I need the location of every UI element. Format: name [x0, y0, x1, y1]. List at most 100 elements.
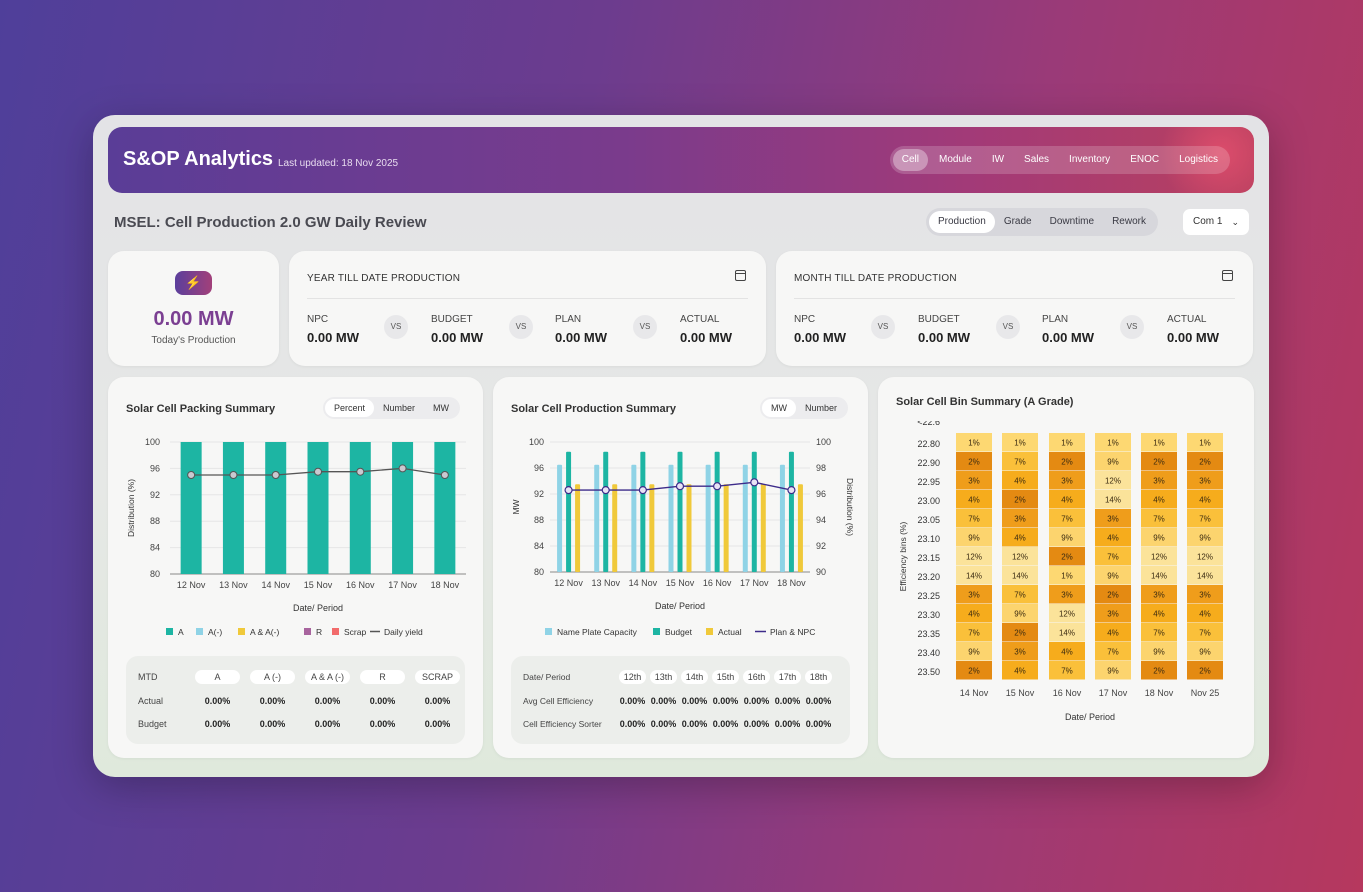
x-tick-label: 15 Nov [1006, 688, 1035, 698]
calendar-icon[interactable] [735, 270, 746, 281]
table-cell: 0.00% [314, 695, 341, 706]
yield-point [271, 471, 280, 479]
heatmap-value: 4% [1199, 610, 1211, 619]
bar [594, 464, 600, 572]
table-cell: 0.00% [712, 719, 739, 729]
heatmap-value: 7% [1107, 553, 1119, 562]
row-label: Avg Cell Efficiency [523, 695, 594, 706]
tab-production[interactable]: Production [929, 211, 995, 233]
table-cell: 0.00% [424, 719, 451, 729]
heatmap-value: 14% [1151, 572, 1167, 581]
y-tick-label: 23.10 [917, 534, 940, 544]
heatmap-value: 12% [1151, 553, 1167, 562]
nav-tab-cell[interactable]: Cell [892, 149, 928, 171]
heatmap-value: 1% [1153, 439, 1165, 448]
packing-legend: A A(-) A & A(-) R Scrap Daily yield [166, 627, 423, 637]
x-tick-label: 17 Nov [740, 578, 769, 588]
x-tick-label: 15 Nov [304, 580, 333, 590]
mtd-budget-label: BUDGET [918, 314, 960, 325]
app-header: S&OP Analytics Last updated: 18 Nov 2025… [108, 127, 1254, 193]
dashboard-frame: S&OP Analytics Last updated: 18 Nov 2025… [93, 115, 1269, 777]
table-row: Budget 0.00% 0.00% 0.00% 0.00% 0.00% [134, 713, 465, 735]
table-cell: 0.00% [805, 695, 832, 706]
plan-point [787, 485, 796, 495]
x-tick-label: 18 Nov [777, 578, 806, 588]
mtd-actual-value: 0.00 MW [1167, 330, 1220, 345]
nav-tab-iw[interactable]: IW [983, 149, 1013, 171]
heatmap-value: 3% [1153, 591, 1165, 600]
nav-tab-logistics[interactable]: Logistics [1170, 149, 1227, 171]
packing-table: MTD A A (-) A & A (-) R SCRAP Actual 0.0… [126, 656, 465, 744]
y-tick-label: 23.20 [917, 572, 940, 582]
heatmap-value: 9% [1199, 648, 1211, 657]
bin-heatmap: <22.6 22.80 22.90 22.95 23.00 23.05 23.10 23.15… [898, 421, 1223, 722]
tab-grade[interactable]: Grade [995, 211, 1041, 233]
packing-title: Solar Cell Packing Summary [126, 403, 276, 415]
legend-label: A [178, 627, 184, 637]
table-cell: 0.00% [743, 695, 770, 706]
x-tick-label: Nov 25 [1191, 688, 1220, 698]
ytd-plan-value: 0.00 MW [555, 330, 608, 345]
toggle-number[interactable]: Number [796, 399, 846, 417]
ytd-budget: BUDGET 0.00 MW [431, 314, 483, 345]
mtd-npc-label: NPC [794, 314, 816, 325]
legend-label: Name Plate Capacity [557, 627, 638, 637]
heatmap-value: 14% [1197, 572, 1213, 581]
tab-rework[interactable]: Rework [1103, 211, 1155, 233]
heatmap-value: 2% [968, 667, 980, 676]
toggle-percent[interactable]: Percent [325, 399, 375, 417]
y-tick-label: 23.35 [917, 629, 940, 639]
bin-summary-panel: Solar Cell Bin Summary (A Grade) <22.6 22… [878, 377, 1254, 758]
legend-swatch [332, 628, 339, 635]
heatmap-value: 2% [1107, 591, 1119, 600]
heatmap-value: 4% [968, 496, 980, 505]
y-tick-label: 96 [534, 463, 544, 473]
calendar-icon[interactable] [1222, 270, 1233, 281]
bar [612, 484, 618, 572]
y-tick-label: 23.05 [917, 515, 940, 525]
heatmap-value: 3% [968, 477, 980, 486]
plan-point [675, 482, 685, 491]
nav-tab-enoc[interactable]: ENOC [1121, 149, 1168, 171]
com-select-value: Com 1 [1193, 216, 1223, 227]
x-tick-label: 13 Nov [219, 580, 248, 590]
com-select[interactable]: Com 1 ⌄ [1183, 209, 1249, 235]
heatmap-value: 4% [1061, 496, 1073, 505]
heatmap-value: 2% [1014, 496, 1026, 505]
heatmap-value: 4% [1061, 648, 1073, 657]
heatmap-value: 1% [1061, 572, 1073, 581]
yield-point [398, 464, 407, 473]
x-tick-label: 17 Nov [1099, 688, 1128, 698]
page-title: MSEL: Cell Production 2.0 GW Daily Revie… [114, 214, 427, 231]
nav-tab-inventory[interactable]: Inventory [1060, 149, 1119, 171]
heatmap-value: 9% [1153, 648, 1165, 657]
bar-segment [265, 442, 287, 574]
legend-label: A(-) [208, 627, 222, 637]
bar [640, 451, 646, 572]
legend-label: R [316, 627, 322, 637]
bin-title: Solar Cell Bin Summary (A Grade) [896, 396, 1074, 408]
nav-tab-module[interactable]: Module [930, 149, 981, 171]
x-tick-label: 16 Nov [346, 580, 375, 590]
toggle-mw[interactable]: MW [424, 399, 458, 417]
table-cell: 0.00% [424, 695, 451, 706]
nav-tab-sales[interactable]: Sales [1015, 149, 1058, 171]
y-tick-label: 88 [150, 516, 160, 526]
x-tick-label: 16 Nov [703, 578, 732, 588]
table-cell: 0.00% [259, 695, 286, 706]
last-updated: Last updated: 18 Nov 2025 [278, 158, 399, 169]
toggle-number[interactable]: Number [374, 399, 424, 417]
production-title: Solar Cell Production Summary [511, 403, 677, 415]
production-table-header: 18th [805, 670, 832, 684]
table-cell: 0.00% [650, 719, 677, 729]
legend-label: Actual [718, 627, 742, 637]
tab-downtime[interactable]: Downtime [1041, 211, 1103, 233]
mtd-npc: NPC 0.00 MW [794, 314, 846, 345]
toggle-mw[interactable]: MW [762, 399, 796, 417]
production-table-header: Date/ Period [523, 672, 571, 682]
ytd-plan-label: PLAN [555, 314, 582, 325]
production-summary-panel: Solar Cell Production Summary MW Number … [493, 377, 868, 758]
y-tick-label: 100 [529, 437, 544, 447]
y2-tick-label: 92 [816, 541, 826, 551]
y-tick-label: 96 [150, 463, 160, 473]
